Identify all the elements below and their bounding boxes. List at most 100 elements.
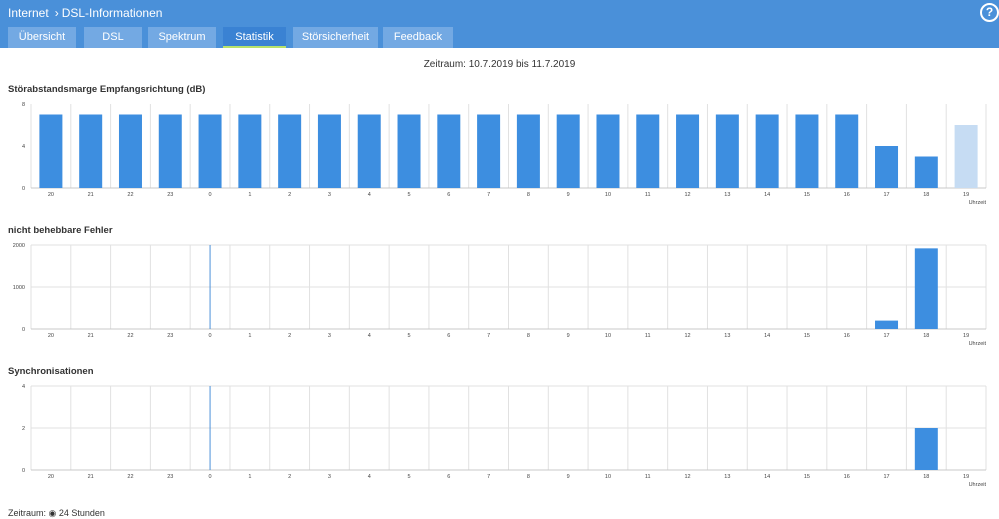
period-text: Zeitraum: 10.7.2019 bis 11.7.2019: [423, 59, 576, 70]
tab-stoersicherheit[interactable]: Störsicherheit: [293, 27, 378, 48]
y-tick-label: 0: [22, 327, 25, 333]
x-tick-label: 13: [724, 333, 730, 339]
bar-6[interactable]: [437, 114, 461, 189]
x-tick-label: 10: [605, 192, 611, 198]
y-tick-label: 4: [22, 384, 25, 390]
y-tick-label: 0: [22, 186, 25, 192]
bar-7[interactable]: [477, 114, 501, 189]
bar-18[interactable]: [914, 428, 938, 470]
chevron-right-icon: ›: [54, 6, 59, 20]
bar-8[interactable]: [516, 114, 540, 189]
bar-0[interactable]: [198, 114, 222, 189]
x-tick-label: 15: [804, 474, 810, 480]
x-tick-label: 0: [209, 474, 212, 480]
x-tick-label: 18: [923, 192, 929, 198]
x-tick-label: 12: [685, 333, 691, 339]
y-tick-label: 2000: [13, 243, 25, 249]
x-tick-label: 8: [527, 333, 530, 339]
x-tick-label: 23: [167, 474, 173, 480]
bar-23[interactable]: [158, 114, 182, 189]
x-tick-label: 22: [127, 474, 133, 480]
x-tick-label: 13: [724, 192, 730, 198]
x-axis-unit-label: Uhrzeit: [969, 341, 987, 347]
x-tick-label: 21: [88, 192, 94, 198]
x-tick-label: 21: [88, 474, 94, 480]
tab-dsl[interactable]: DSL: [84, 27, 142, 48]
bar-22[interactable]: [118, 114, 142, 189]
app-header: Internet › DSL-Informationen ? Übersicht D…: [0, 0, 999, 48]
bar-18[interactable]: [914, 248, 938, 329]
bar-15[interactable]: [795, 114, 819, 189]
bar-9[interactable]: [556, 114, 580, 189]
tab-uebersicht[interactable]: Übersicht: [8, 27, 76, 48]
tab-spektrum[interactable]: Spektrum: [148, 27, 216, 48]
x-tick-label: 6: [447, 333, 450, 339]
help-icon[interactable]: ?: [980, 3, 999, 22]
bar-2[interactable]: [278, 114, 302, 189]
x-tick-label: 19: [963, 474, 969, 480]
x-axis-unit-label: Uhrzeit: [969, 482, 987, 488]
bar-5[interactable]: [397, 114, 421, 189]
bar-12[interactable]: [676, 114, 700, 189]
x-tick-label: 14: [764, 333, 770, 339]
x-tick-label: 22: [127, 333, 133, 339]
bar-18[interactable]: [914, 156, 938, 189]
x-tick-label: 16: [844, 192, 850, 198]
x-tick-label: 17: [883, 333, 889, 339]
bar-14[interactable]: [755, 114, 779, 189]
x-tick-label: 22: [127, 192, 133, 198]
x-tick-label: 9: [567, 474, 570, 480]
bar-20[interactable]: [39, 114, 63, 189]
x-tick-label: 4: [368, 192, 371, 198]
x-tick-label: 8: [527, 474, 530, 480]
x-tick-label: 12: [685, 474, 691, 480]
synchronisations-chart: 02420 21 22 23 0 1 2 3 4 5 6 7 8 9 10 11 12 13 14 15 16 17 18 1…: [22, 384, 987, 488]
x-tick-label: 1: [248, 192, 251, 198]
x-tick-label: 13: [724, 474, 730, 480]
x-tick-label: 20: [48, 192, 54, 198]
y-tick-label: 0: [22, 468, 25, 474]
x-tick-label: 23: [167, 333, 173, 339]
tab-statistik[interactable]: Statistik: [223, 27, 286, 48]
x-tick-label: 14: [764, 192, 770, 198]
x-tick-label: 17: [883, 474, 889, 480]
bar-1[interactable]: [238, 114, 262, 189]
bar-19[interactable]: [954, 125, 978, 188]
y-tick-label: 2: [22, 426, 25, 432]
x-tick-label: 16: [844, 333, 850, 339]
y-tick-label: 4: [22, 144, 25, 150]
x-axis-unit-label: Uhrzeit: [969, 200, 987, 206]
x-tick-label: 23: [167, 192, 173, 198]
x-tick-label: 0: [209, 333, 212, 339]
x-tick-label: 1: [248, 474, 251, 480]
x-tick-label: 15: [804, 333, 810, 339]
x-tick-label: 3: [328, 192, 331, 198]
x-tick-label: 8: [527, 192, 530, 198]
x-tick-label: 11: [645, 474, 651, 480]
bar-17[interactable]: [875, 146, 899, 188]
bar-4[interactable]: [357, 114, 381, 189]
x-tick-label: 5: [407, 333, 410, 339]
x-tick-label: 15: [804, 192, 810, 198]
bar-11[interactable]: [636, 114, 660, 189]
x-tick-label: 1: [248, 333, 251, 339]
y-tick-label: 1000: [13, 285, 25, 291]
bar-13[interactable]: [715, 114, 739, 189]
bar-3[interactable]: [317, 114, 341, 189]
chart-title-sync: Synchronisationen: [8, 366, 94, 377]
bar-21[interactable]: [79, 114, 103, 189]
x-tick-label: 20: [48, 474, 54, 480]
x-tick-label: 2: [288, 192, 291, 198]
breadcrumb-parent[interactable]: Internet: [8, 6, 49, 20]
x-tick-label: 4: [368, 474, 371, 480]
bar-16[interactable]: [835, 114, 859, 189]
bar-17[interactable]: [875, 320, 899, 329]
tab-feedback[interactable]: Feedback: [383, 27, 453, 48]
x-tick-label: 5: [407, 192, 410, 198]
x-tick-label: 3: [328, 474, 331, 480]
bar-10[interactable]: [596, 114, 620, 189]
x-tick-label: 20: [48, 333, 54, 339]
uncorrectable-errors-chart: 01000200020 21 22 23 0 1 2 3 4 5 6 7 8 9 10 11 12 13 14 15 1…: [13, 243, 987, 347]
chart-title-errors: nicht behebbare Fehler: [8, 225, 113, 236]
breadcrumb-current: DSL-Informationen: [61, 6, 163, 20]
